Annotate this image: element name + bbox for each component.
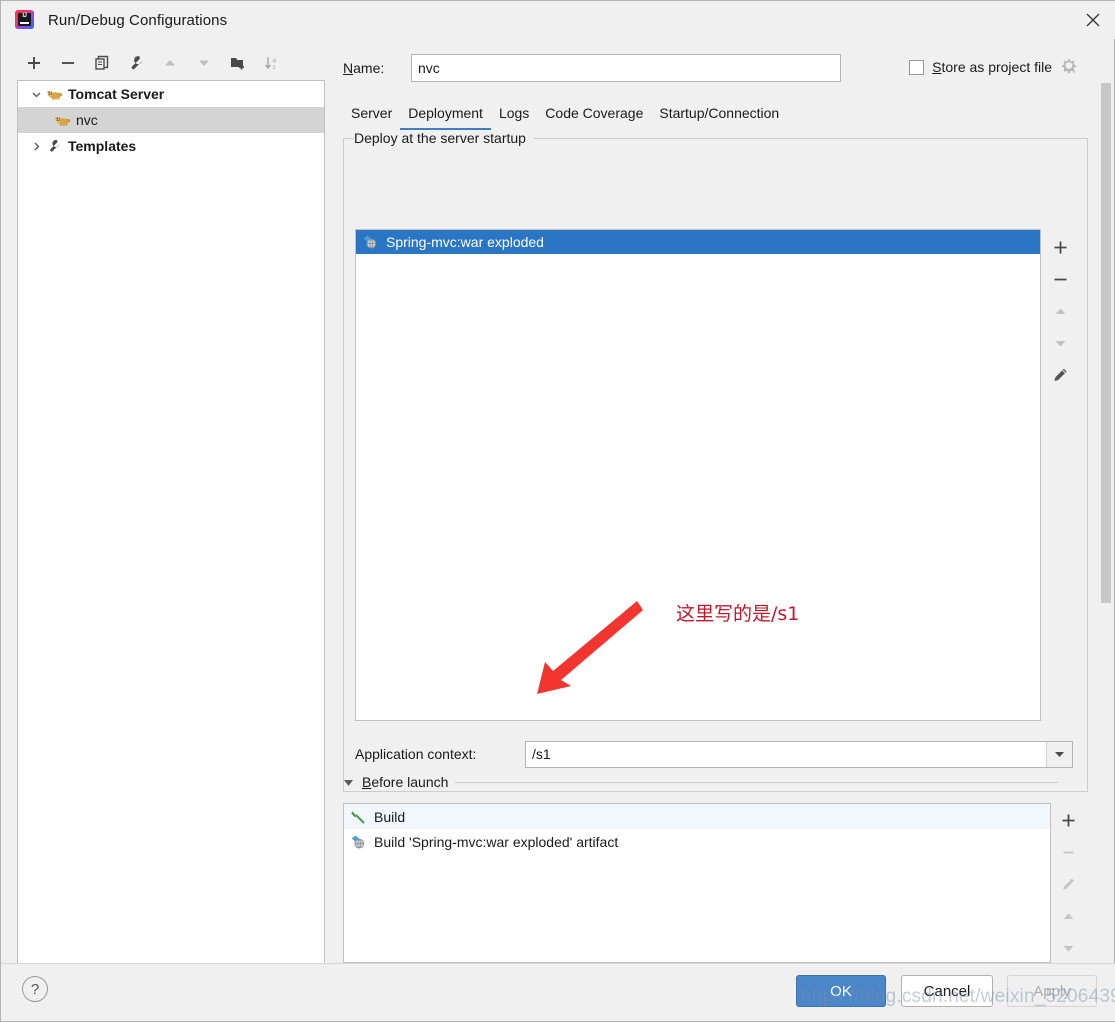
group-title-label: Deploy at the server startup <box>354 130 534 146</box>
name-label: Name: <box>343 60 385 76</box>
minus-icon[interactable] <box>1045 268 1075 290</box>
tomcat-icon <box>46 87 68 102</box>
tab-logs[interactable]: Logs <box>491 100 537 128</box>
name-input[interactable] <box>411 54 841 82</box>
store-as-project-file-checkbox[interactable] <box>909 59 925 75</box>
minus-icon[interactable] <box>51 48 85 78</box>
tree-node-label: nvc <box>76 112 98 128</box>
build-hammer-icon <box>350 809 374 825</box>
application-context-combobox[interactable] <box>525 740 1073 768</box>
title-bar: IJ Run/Debug Configurations <box>1 1 1115 39</box>
application-context-input[interactable] <box>526 745 1036 763</box>
group-title: Deploy at the server startup <box>354 130 1079 146</box>
list-item[interactable]: Build 'Spring-mvc:war exploded' artifact <box>344 829 1050 854</box>
help-button[interactable]: ? <box>22 976 48 1002</box>
tree-node-tomcat-server[interactable]: Tomcat Server <box>18 81 324 107</box>
list-item-label: Build 'Spring-mvc:war exploded' artifact <box>374 833 619 850</box>
arrow-pointer-icon <box>537 601 643 694</box>
triangle-up-icon[interactable] <box>1045 300 1075 322</box>
plus-icon[interactable] <box>1045 236 1075 258</box>
minus-icon[interactable] <box>1053 841 1083 863</box>
intellij-idea-logo-icon: IJ <box>13 9 35 31</box>
deployment-list-toolbar <box>1042 229 1078 721</box>
deployment-artifacts-list[interactable]: Spring-mvc:war exploded <box>355 229 1041 721</box>
pencil-icon[interactable] <box>1045 364 1075 386</box>
wrench-icon[interactable] <box>119 48 153 78</box>
before-launch-toolbar <box>1051 803 1085 963</box>
tomcat-icon <box>54 113 76 128</box>
dialog-scrollbar[interactable] <box>1100 83 1112 963</box>
editor-tabs[interactable]: Server Deployment Logs Code Coverage Sta… <box>343 100 1088 131</box>
tree-node-nvc[interactable]: nvc <box>18 107 324 133</box>
window-title: Run/Debug Configurations <box>48 11 228 29</box>
chevron-right-icon[interactable] <box>26 133 46 159</box>
triangle-down-icon[interactable] <box>187 48 221 78</box>
triangle-up-icon[interactable] <box>153 48 187 78</box>
cancel-button[interactable]: Cancel <box>901 975 993 1007</box>
tab-server[interactable]: Server <box>343 100 400 128</box>
pencil-icon[interactable] <box>1053 873 1083 895</box>
svg-text:z: z <box>273 64 276 71</box>
before-launch-divider <box>455 781 1058 783</box>
triangle-down-icon[interactable] <box>343 776 355 788</box>
svg-text:a: a <box>273 57 277 64</box>
application-context-row: Application context: <box>355 739 1081 769</box>
folder-add-icon[interactable] <box>221 48 255 78</box>
dialog-footer: ? OK Cancel Apply <box>1 963 1115 1021</box>
before-launch-title: Before launch <box>362 774 449 790</box>
annotation-text: 这里写的是/s1 <box>676 603 800 625</box>
before-launch-header[interactable]: Before launch <box>343 774 1088 790</box>
sort-az-icon[interactable]: a z <box>255 48 289 78</box>
group-title-divider <box>533 137 1079 139</box>
triangle-down-icon[interactable] <box>1045 332 1075 354</box>
before-launch-tasks-list[interactable]: Build Build 'Spring-mvc:war exploded' ar… <box>343 803 1051 963</box>
list-item[interactable]: Spring-mvc:war exploded <box>356 230 1040 254</box>
tree-node-label: Tomcat Server <box>68 86 165 102</box>
plus-icon[interactable] <box>1053 809 1083 831</box>
deploy-at-server-startup-group: Deploy at the server startup Spring-mvc:… <box>343 130 1088 792</box>
apply-button: Apply <box>1007 975 1097 1007</box>
tab-deployment[interactable]: Deployment <box>400 100 491 131</box>
list-item-label: Build <box>374 808 406 825</box>
chevron-down-icon[interactable] <box>26 81 46 107</box>
tab-code-coverage[interactable]: Code Coverage <box>537 100 651 128</box>
store-as-project-file-row[interactable]: Store as project file <box>909 57 1080 77</box>
configurations-toolbar: a z <box>17 46 327 80</box>
dialog-scrollbar-thumb[interactable] <box>1101 83 1111 603</box>
gear-icon[interactable] <box>1060 57 1080 77</box>
configurations-tree[interactable]: Tomcat Server nvc Templates <box>17 80 325 964</box>
triangle-down-icon[interactable] <box>1053 937 1083 959</box>
list-item-label: Spring-mvc:war exploded <box>386 234 544 250</box>
application-context-label: Application context: <box>355 746 477 762</box>
chevron-down-icon[interactable] <box>1046 741 1072 767</box>
tree-node-label: Templates <box>68 138 137 154</box>
artifact-war-icon <box>362 234 386 250</box>
run-debug-configurations-dialog: IJ Run/Debug Configurations a z Tomcat S… <box>0 0 1115 1022</box>
copy-icon[interactable] <box>85 48 119 78</box>
wrench-icon <box>46 138 68 154</box>
store-as-project-file-label: Store as project file <box>932 59 1052 75</box>
ok-button[interactable]: OK <box>796 975 886 1007</box>
tree-node-templates[interactable]: Templates <box>18 133 324 159</box>
triangle-up-icon[interactable] <box>1053 905 1083 927</box>
list-item[interactable]: Build <box>344 804 1050 829</box>
artifact-war-icon <box>350 834 374 850</box>
close-icon[interactable] <box>1070 1 1115 39</box>
plus-icon[interactable] <box>17 48 51 78</box>
tab-startup-connection[interactable]: Startup/Connection <box>651 100 787 128</box>
